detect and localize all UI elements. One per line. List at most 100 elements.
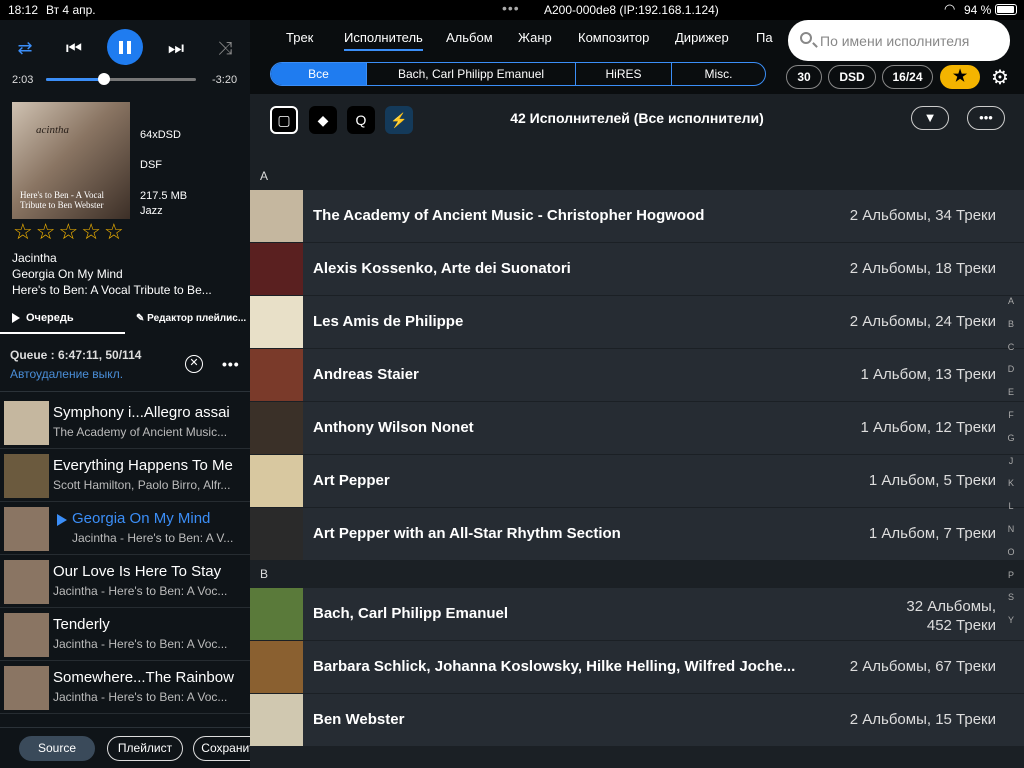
queue-item[interactable]: Symphony i...Allegro assai The Academy of…	[0, 396, 250, 449]
alphabet-letter[interactable]: G	[1005, 427, 1017, 450]
track-artist: Jacintha	[12, 251, 57, 265]
alphabet-index[interactable]: ABCDEFGJKLNOPSY	[1005, 290, 1017, 632]
artist-name: Alexis Kossenko, Arte dei Suonatori	[313, 260, 571, 277]
artist-count: 1 Альбом, 13 Треки	[860, 366, 996, 383]
multitask-dots-icon[interactable]: •••	[502, 0, 520, 16]
alphabet-letter[interactable]: F	[1005, 404, 1017, 427]
alphabet-letter[interactable]: J	[1005, 450, 1017, 473]
artist-row[interactable]: The Academy of Ancient Music - Christoph…	[250, 190, 1024, 243]
artist-row[interactable]: Anthony Wilson Nonet 1 Альбом, 12 Треки	[250, 402, 1024, 455]
alphabet-letter[interactable]: S	[1005, 586, 1017, 609]
tab-queue[interactable]: Очередь	[12, 312, 74, 324]
queue-item-title: Georgia On My Mind	[72, 510, 211, 527]
album-cover[interactable]: acintha Here's to Ben - A Vocal Tribute …	[12, 102, 130, 219]
alphabet-letter[interactable]: B	[1005, 313, 1017, 336]
left-tabs: Очередь ✎ Редактор плейлис...	[0, 307, 250, 334]
search-field[interactable]: По имени исполнителя	[788, 20, 1010, 61]
queue-item-subtitle: The Academy of Ancient Music...	[53, 425, 228, 439]
local-library-icon[interactable]: ▢	[270, 106, 298, 134]
artist-count: 1 Альбом, 5 Треки	[868, 472, 996, 489]
star-icon[interactable]: ☆	[104, 221, 124, 243]
wifi-icon: ◠	[944, 1, 956, 16]
source-row: 42 Исполнителей (Все исполнители) ▢ ◆ Q …	[250, 94, 1024, 163]
divider	[0, 391, 250, 392]
artist-thumbnail	[250, 402, 303, 454]
alphabet-letter[interactable]: D	[1005, 358, 1017, 381]
artist-row[interactable]: Alexis Kossenko, Arte dei Suonatori 2 Аль…	[250, 243, 1024, 296]
gear-icon[interactable]: ⚙	[991, 65, 1009, 90]
clear-queue-icon[interactable]: ✕	[185, 355, 203, 373]
repeat-icon[interactable]: ⇄	[13, 38, 37, 58]
next-track-icon[interactable]: ⏭	[164, 38, 188, 58]
shuffle-icon[interactable]: ⤨	[213, 38, 237, 58]
highresaudio-icon[interactable]: ⚡	[385, 106, 413, 134]
previous-track-icon[interactable]: ⏮	[62, 38, 86, 58]
left-panel: ⇄ ⏮ ⏭ ⤨ 2:03 -3:20 acintha Here's to Ben…	[0, 20, 263, 768]
tab-album[interactable]: Альбом	[446, 30, 493, 45]
filter-hires[interactable]: HiRES	[576, 63, 672, 85]
source-button[interactable]: Source	[19, 736, 95, 761]
artist-row[interactable]: Bach, Carl Philipp Emanuel 32 Альбомы, 45…	[250, 588, 1024, 641]
filter-all[interactable]: Все	[271, 63, 367, 85]
artist-row[interactable]: Andreas Staier 1 Альбом, 13 Треки	[250, 349, 1024, 402]
filter-misc[interactable]: Misc.	[672, 63, 765, 85]
genre: Jazz	[140, 205, 163, 217]
autodelete-status[interactable]: Автоудаление выкл.	[10, 367, 141, 381]
artist-count: 32 Альбомы, 452 Треки	[906, 598, 996, 634]
alphabet-letter[interactable]: O	[1005, 541, 1017, 564]
qobuz-icon[interactable]: Q	[347, 106, 375, 134]
queue-item[interactable]: Our Love Is Here To Stay Jacintha - Here'…	[0, 555, 250, 608]
artist-name: Barbara Schlick, Johanna Koslowsky, Hilk…	[313, 658, 796, 675]
artist-row[interactable]: Art Pepper with an All-Star Rhythm Secti…	[250, 508, 1024, 561]
alphabet-letter[interactable]: A	[1005, 290, 1017, 313]
filter-bach[interactable]: Bach, Carl Philipp Emanuel	[367, 63, 576, 85]
tab-playlist-editor[interactable]: ✎ Редактор плейлис...	[136, 313, 246, 324]
filter-icon[interactable]: ▼	[911, 106, 949, 130]
queue-item[interactable]: Everything Happens To Me Scott Hamilton, …	[0, 449, 250, 502]
alphabet-letter[interactable]: N	[1005, 518, 1017, 541]
tab-artist[interactable]: Исполнитель	[344, 30, 423, 51]
alphabet-letter[interactable]: E	[1005, 381, 1017, 404]
playlist-button[interactable]: Плейлист	[107, 736, 183, 761]
chip-dsd[interactable]: DSD	[828, 65, 876, 89]
artist-row[interactable]: Barbara Schlick, Johanna Koslowsky, Hilk…	[250, 641, 1024, 694]
artist-name: The Academy of Ancient Music - Christoph…	[313, 207, 705, 224]
queue-item-subtitle: Jacintha - Here's to Ben: A Voc...	[53, 637, 228, 651]
artist-name: Art Pepper with an All-Star Rhythm Secti…	[313, 525, 621, 542]
queue-item[interactable]: Georgia On My Mind Jacintha - Here's to B…	[0, 502, 250, 555]
queue-item[interactable]: Somewhere...The Rainbow Jacintha - Here's…	[0, 661, 250, 714]
tab-more[interactable]: Па	[756, 30, 773, 45]
tab-genre[interactable]: Жанр	[518, 30, 552, 45]
star-icon[interactable]: ☆	[58, 221, 78, 243]
tab-conductor[interactable]: Дирижер	[675, 30, 729, 45]
alphabet-letter[interactable]: Y	[1005, 609, 1017, 632]
progress-slider[interactable]	[46, 73, 196, 85]
rating-stars[interactable]: ☆ ☆ ☆ ☆ ☆	[13, 221, 124, 243]
alphabet-letter[interactable]: K	[1005, 472, 1017, 495]
star-icon[interactable]: ☆	[36, 221, 56, 243]
queue-more-icon[interactable]: •••	[222, 356, 240, 372]
pause-button[interactable]	[107, 29, 143, 65]
favorite-star-icon[interactable]: ★	[940, 65, 980, 89]
queue-item[interactable]: Tenderly Jacintha - Here's to Ben: A Voc.…	[0, 608, 250, 661]
artist-row[interactable]: Art Pepper 1 Альбом, 5 Треки	[250, 455, 1024, 508]
star-icon[interactable]: ☆	[81, 221, 101, 243]
device-name: A200-000de8 (IP:192.168.1.124)	[544, 3, 719, 17]
chip-16-24[interactable]: 16/24	[882, 65, 933, 89]
search-icon	[800, 32, 812, 44]
artist-row[interactable]: Les Amis de Philippe 2 Альбомы, 24 Треки	[250, 296, 1024, 349]
queue-item-subtitle: Jacintha - Here's to Ben: A Voc...	[53, 584, 228, 598]
artist-thumbnail	[250, 508, 303, 560]
star-icon[interactable]: ☆	[13, 221, 33, 243]
tab-composer[interactable]: Композитор	[578, 30, 649, 45]
tab-underline	[0, 332, 125, 334]
progress-knob[interactable]	[98, 73, 111, 85]
chip-30[interactable]: 30	[786, 65, 822, 89]
list-more-icon[interactable]: •••	[967, 106, 1005, 130]
tab-track[interactable]: Трек	[286, 30, 313, 45]
artist-row[interactable]: Ben Webster 2 Альбомы, 15 Треки	[250, 694, 1024, 747]
alphabet-letter[interactable]: P	[1005, 564, 1017, 587]
alphabet-letter[interactable]: L	[1005, 495, 1017, 518]
alphabet-letter[interactable]: C	[1005, 336, 1017, 359]
tidal-icon[interactable]: ◆	[309, 106, 337, 134]
